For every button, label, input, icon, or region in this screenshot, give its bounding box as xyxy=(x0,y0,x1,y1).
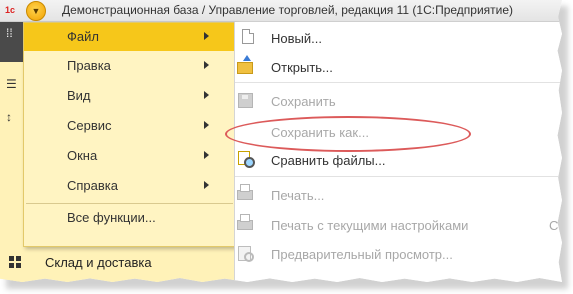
submenu-item-label: Печать с текущими настройками xyxy=(271,218,469,233)
menu-item-label: Все функции... xyxy=(67,210,156,225)
submenu-item-label: Печать... xyxy=(271,188,325,203)
submenu-item-print[interactable]: Печать... xyxy=(235,181,562,209)
file-submenu: Новый... Открыть... Сохранить Сохранить … xyxy=(234,22,562,282)
menu-item-service[interactable]: Сервис xyxy=(24,112,235,140)
submenu-item-print-current[interactable]: Печать с текущими настройками Ctrl+ xyxy=(235,211,562,239)
sort-arrows-icon[interactable]: ↕ xyxy=(6,110,12,124)
submenu-arrow-icon xyxy=(204,121,209,129)
menu-item-all-functions[interactable]: Все функции... xyxy=(24,204,235,232)
menu-separator xyxy=(235,176,562,177)
printer-icon xyxy=(237,184,253,202)
menu-item-help[interactable]: Справка xyxy=(24,172,235,200)
submenu-item-label: Сохранить xyxy=(271,94,336,109)
app-logo: 1с xyxy=(4,5,15,15)
menu-separator xyxy=(235,82,562,83)
section-warehouse-delivery[interactable]: Склад и доставка xyxy=(0,246,235,282)
menu-item-label: Справка xyxy=(67,178,118,193)
menu-item-label: Правка xyxy=(67,58,111,73)
save-disk-icon xyxy=(237,92,253,108)
open-folder-icon xyxy=(237,55,253,74)
submenu-item-open[interactable]: Открыть... xyxy=(235,53,562,81)
submenu-arrow-icon xyxy=(204,32,209,40)
submenu-arrow-icon xyxy=(204,61,209,69)
submenu-item-new[interactable]: Новый... xyxy=(235,24,562,52)
highlight-annotation xyxy=(225,116,471,152)
submenu-item-save[interactable]: Сохранить xyxy=(235,87,562,115)
compare-files-icon xyxy=(237,151,255,168)
submenu-item-label: Открыть... xyxy=(271,60,333,75)
menu-lines-icon[interactable]: ☰ xyxy=(6,77,17,91)
menu-item-edit[interactable]: Правка xyxy=(24,52,235,80)
menu-item-label: Окна xyxy=(67,148,98,163)
printer-icon xyxy=(237,214,253,232)
main-menu: Файл Правка Вид Сервис Окна Справка Все … xyxy=(23,22,236,247)
window-title: Демонстрационная база / Управление торго… xyxy=(62,3,514,17)
submenu-item-label: Сравнить файлы... xyxy=(271,153,386,168)
grid-icon xyxy=(9,256,21,268)
menu-item-windows[interactable]: Окна xyxy=(24,142,235,170)
submenu-arrow-icon xyxy=(204,91,209,99)
print-preview-icon xyxy=(237,245,254,262)
menu-item-file[interactable]: Файл xyxy=(24,23,235,51)
title-bar: 1с ▼ Демонстрационная база / Управление … xyxy=(0,0,562,22)
submenu-item-print-preview[interactable]: Предварительный просмотр... xyxy=(235,240,562,268)
submenu-arrow-icon xyxy=(204,151,209,159)
submenu-item-label: Новый... xyxy=(271,31,322,46)
submenu-item-label: Предварительный просмотр... xyxy=(271,247,453,262)
apps-grid-icon[interactable]: ⁞⁞ xyxy=(6,26,13,40)
app-window: 1с ▼ Демонстрационная база / Управление … xyxy=(0,0,562,282)
main-menu-button[interactable]: ▼ xyxy=(26,1,46,21)
section-label: Склад и доставка xyxy=(45,255,152,270)
menu-item-label: Сервис xyxy=(67,118,112,133)
menu-item-label: Файл xyxy=(67,29,99,44)
submenu-arrow-icon xyxy=(204,181,209,189)
menu-item-label: Вид xyxy=(67,88,91,103)
sections-panel: ⁞⁞ ☰ ↕ xyxy=(0,22,23,282)
menu-item-view[interactable]: Вид xyxy=(24,82,235,110)
new-document-icon xyxy=(240,29,256,45)
